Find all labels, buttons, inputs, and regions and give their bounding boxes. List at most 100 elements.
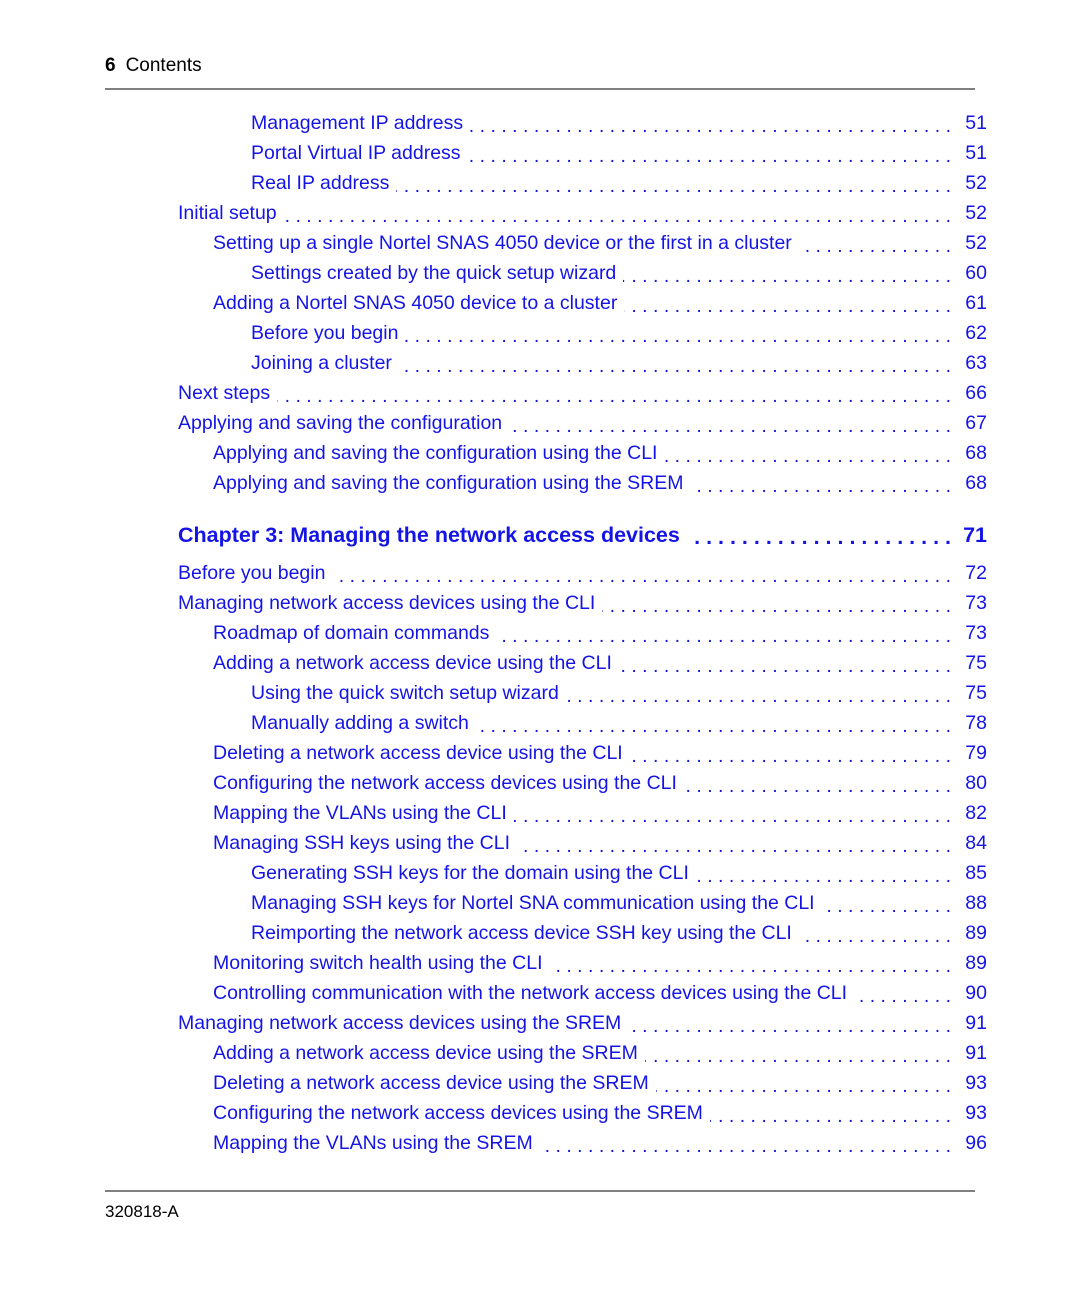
toc-page-number-value: 91	[965, 1042, 987, 1064]
toc-entry-title: Before you begin	[251, 322, 399, 344]
toc-page-number-value: 80	[965, 772, 987, 794]
toc-entry-title: Real IP address	[251, 172, 390, 194]
toc-entry[interactable]: Manually adding a switch 78	[0, 708, 1080, 738]
toc-page-number: 84	[955, 828, 1080, 858]
toc-dot-leader	[799, 239, 951, 259]
table-of-contents: Management IP address51Portal Virtual IP…	[0, 108, 1080, 1158]
toc-entry[interactable]: Deleting a network access device using t…	[0, 1068, 1080, 1098]
toc-dot-leader	[710, 1109, 951, 1129]
toc-entry[interactable]: Deleting a network access device using t…	[0, 738, 1080, 768]
toc-entry-title: Initial setup	[178, 202, 277, 224]
toc-entry[interactable]: Adding a Nortel SNAS 4050 device to a cl…	[0, 288, 1080, 318]
toc-page-number: 85	[955, 858, 1080, 888]
toc-chapter-entry[interactable]: Chapter 3: Managing the network access d…	[0, 520, 1080, 550]
toc-entry[interactable]: Joining a cluster 63	[0, 348, 1080, 378]
toc-entry-title: Managing SSH keys using the CLI	[213, 832, 510, 854]
toc-entry-title: Adding a network access device using the…	[213, 1042, 638, 1064]
toc-dot-leader	[284, 209, 951, 229]
toc-page-number: 89	[955, 918, 1080, 948]
toc-page-number-value: 68	[965, 442, 987, 464]
toc-page-number-value: 68	[965, 472, 987, 494]
toc-entry-title: Deleting a network access device using t…	[213, 742, 623, 764]
toc-entry[interactable]: Adding a network access device using the…	[0, 648, 1080, 678]
document-page: 6 Contents Management IP address51Portal…	[0, 0, 1080, 1296]
toc-page-number-value: 60	[965, 262, 987, 284]
toc-entry[interactable]: Real IP address 52	[0, 168, 1080, 198]
toc-entry-title: Managing network access devices using th…	[178, 1012, 622, 1034]
page-folio-number: 6	[105, 55, 116, 76]
toc-entry[interactable]: Management IP address 51	[0, 108, 1080, 138]
toc-page-number-value: 71	[963, 523, 987, 547]
toc-entry[interactable]: Managing SSH keys for Nortel SNA communi…	[0, 888, 1080, 918]
toc-page-number-value: 89	[965, 922, 987, 944]
toc-entry[interactable]: Using the quick switch setup wizard 75	[0, 678, 1080, 708]
toc-entry[interactable]: Managing network access devices using th…	[0, 1008, 1080, 1038]
toc-page-number: 52	[955, 228, 1080, 258]
toc-page-number: 51	[955, 138, 1080, 168]
toc-page-number: 68	[955, 438, 1080, 468]
toc-entry-title: Chapter 3: Managing the network access d…	[178, 523, 680, 547]
toc-entry[interactable]: Settings created by the quick setup wiza…	[0, 258, 1080, 288]
toc-dot-leader	[624, 299, 951, 319]
toc-page-number: 79	[955, 738, 1080, 768]
toc-entry[interactable]: Mapping the VLANs using the SREM 96	[0, 1128, 1080, 1158]
toc-page-number-value: 79	[965, 742, 987, 764]
toc-entry[interactable]: Next steps 66	[0, 378, 1080, 408]
toc-page-number-value: 89	[965, 952, 987, 974]
toc-page-number-value: 78	[965, 712, 987, 734]
toc-dot-leader	[645, 1049, 951, 1069]
toc-entry[interactable]: Applying and saving the configuration us…	[0, 468, 1080, 498]
toc-page-number: 61	[955, 288, 1080, 318]
toc-entry[interactable]: Roadmap of domain commands 73	[0, 618, 1080, 648]
toc-entry-title: Configuring the network access devices u…	[213, 772, 677, 794]
toc-entry[interactable]: Managing network access devices using th…	[0, 588, 1080, 618]
toc-page-number: 80	[955, 768, 1080, 798]
toc-entry-title: Manually adding a switch	[251, 712, 469, 734]
toc-dot-leader	[822, 899, 951, 919]
toc-entry-title: Setting up a single Nortel SNAS 4050 dev…	[213, 232, 792, 254]
toc-dot-leader	[517, 839, 951, 859]
toc-entry[interactable]: Configuring the network access devices u…	[0, 1098, 1080, 1128]
toc-entry-title: Joining a cluster	[251, 352, 392, 374]
toc-entry[interactable]: Generating SSH keys for the domain using…	[0, 858, 1080, 888]
toc-page-number-value: 61	[965, 292, 987, 314]
toc-page-number-value: 63	[965, 352, 987, 374]
toc-entry-title: Controlling communication with the netwo…	[213, 982, 848, 1004]
toc-page-number: 73	[955, 618, 1080, 648]
toc-dot-leader	[630, 749, 951, 769]
toc-page-number: 68	[955, 468, 1080, 498]
toc-entry[interactable]: Reimporting the network access device SS…	[0, 918, 1080, 948]
toc-entry[interactable]: Controlling communication with the netwo…	[0, 978, 1080, 1008]
toc-page-number: 52	[955, 198, 1080, 228]
toc-page-number: 72	[955, 558, 1080, 588]
toc-entry[interactable]: Before you begin 72	[0, 558, 1080, 588]
toc-entry[interactable]: Managing SSH keys using the CLI 84	[0, 828, 1080, 858]
toc-dot-leader	[540, 1139, 951, 1159]
toc-page-number: 88	[955, 888, 1080, 918]
toc-entry-title: Managing SSH keys for Nortel SNA communi…	[251, 892, 815, 914]
toc-entry[interactable]: Mapping the VLANs using the CLI 82	[0, 798, 1080, 828]
toc-entry[interactable]: Portal Virtual IP address 51	[0, 138, 1080, 168]
toc-entry[interactable]: Monitoring switch health using the CLI 89	[0, 948, 1080, 978]
toc-entry[interactable]: Adding a network access device using the…	[0, 1038, 1080, 1068]
footer-document-number: 320818-A	[105, 1202, 179, 1221]
toc-dot-leader	[496, 629, 951, 649]
toc-page-number-value: 91	[965, 1012, 987, 1034]
toc-dot-leader	[628, 1019, 951, 1039]
toc-page-number-value: 93	[965, 1102, 987, 1124]
toc-dot-leader	[277, 389, 951, 409]
toc-entry[interactable]: Applying and saving the configuration 67	[0, 408, 1080, 438]
toc-dot-leader	[623, 269, 951, 289]
toc-entry[interactable]: Applying and saving the configuration us…	[0, 438, 1080, 468]
toc-entry[interactable]: Setting up a single Nortel SNAS 4050 dev…	[0, 228, 1080, 258]
toc-page-number-value: 75	[965, 682, 987, 704]
toc-entry[interactable]: Configuring the network access devices u…	[0, 768, 1080, 798]
toc-entry-title: Mapping the VLANs using the CLI	[213, 802, 507, 824]
toc-page-number-value: 62	[965, 322, 987, 344]
toc-page-number-value: 52	[965, 202, 987, 224]
toc-entry[interactable]: Before you begin 62	[0, 318, 1080, 348]
running-header: 6 Contents	[105, 55, 975, 77]
toc-dot-leader	[332, 569, 951, 589]
toc-entry-title: Using the quick switch setup wizard	[251, 682, 559, 704]
toc-entry[interactable]: Initial setup 52	[0, 198, 1080, 228]
